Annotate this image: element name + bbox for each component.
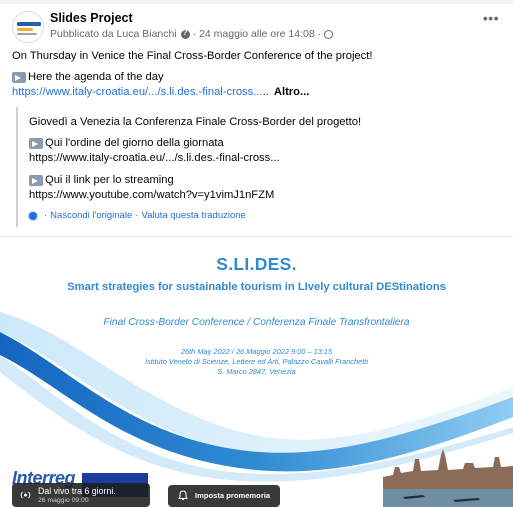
translation-agenda-link[interactable]: https://www.italy-croatia.eu/.../s.li.de… (29, 152, 280, 164)
translation-actions: · Nascondi l'originale · Valuta questa t… (29, 210, 246, 221)
hide-original-link[interactable]: Nascondi l'originale (50, 210, 132, 221)
live-countdown: Dal vivo tra 6 giorni. (38, 486, 116, 496)
streaming-link[interactable]: https://www.youtube.com/watch?v=y1vimJ1n… (29, 189, 274, 201)
post-text-line-1: On Thursday in Venice the Final Cross-Bo… (12, 50, 373, 62)
translation-line-2: Qui l'ordine del giorno della giornata (29, 137, 224, 149)
venice-photo (383, 449, 513, 507)
live-event-banner: Dal vivo tra 6 giorni. 26 maggio 09:00 (12, 483, 150, 507)
agenda-link[interactable]: https://www.italy-croatia.eu/.../s.li.de… (12, 86, 263, 98)
translation-streaming-text: Qui il link per lo streaming (45, 174, 174, 186)
slide-date-block: 26th May 2022 / 26 Maggio 2022 9:00 – 13… (0, 347, 513, 377)
translation-line-3: Qui il link per lo streaming (29, 174, 174, 186)
ellipsis: .. (262, 86, 269, 98)
post-text-line-3: https://www.italy-croatia.eu/.../s.li.de… (12, 86, 502, 98)
agenda-text: Here the agenda of the day (28, 71, 164, 83)
slide-date: 26th May 2022 / 26 Maggio 2022 9:00 – 13… (180, 347, 333, 356)
event-cover-image[interactable]: S.LI.DES. Smart strategies for sustainab… (0, 237, 513, 507)
right-arrow-icon (12, 71, 26, 83)
globe-icon (324, 29, 334, 39)
post-meta: Pubblicato da Luca Bianchi · 24 maggio a… (50, 28, 334, 40)
slide-conference: Final Cross-Border Conference / Conferen… (103, 317, 410, 328)
live-date: 26 maggio 09:00 (38, 497, 89, 504)
slide-venue-2: S. Marco 2847, Venezia (217, 367, 296, 376)
translate-gear-icon (29, 211, 37, 220)
feed-top-bar (0, 0, 513, 4)
right-arrow-icon (29, 137, 43, 149)
help-icon[interactable] (180, 28, 190, 39)
post-timestamp[interactable]: · 24 maggio alle ore 14:08 · (193, 28, 321, 40)
rate-translation-link[interactable]: Valuta questa traduzione (141, 210, 245, 221)
slide-venue-1: Istituto Veneto di Scienze, Lettere ed A… (145, 357, 368, 366)
translation-line-1: Giovedì a Venezia la Conferenza Finale C… (29, 116, 362, 128)
right-arrow-icon (29, 174, 43, 186)
see-more-button[interactable]: Altro... (274, 86, 309, 98)
set-reminder-button[interactable]: Imposta promemoria (168, 485, 280, 507)
published-by[interactable]: Pubblicato da Luca Bianchi (50, 28, 177, 40)
post-options-button[interactable]: ••• (480, 11, 502, 29)
slide-title: S.LI.DES. (216, 254, 297, 274)
translation-agenda-text: Qui l'ordine del giorno della giornata (45, 137, 224, 149)
page-name[interactable]: Slides Project (50, 11, 133, 25)
bell-icon (178, 490, 188, 500)
translation-block: Giovedì a Venezia la Conferenza Finale C… (16, 107, 502, 227)
set-reminder-label[interactable]: Imposta promemoria (195, 491, 270, 500)
post-text-line-2: Here the agenda of the day (12, 71, 502, 83)
page-avatar[interactable] (12, 11, 44, 43)
slide-subtitle: Smart strategies for sustainable tourism… (67, 281, 446, 293)
post-header: Slides Project Pubblicato da Luca Bianch… (12, 9, 502, 45)
live-broadcast-icon (20, 491, 31, 499)
